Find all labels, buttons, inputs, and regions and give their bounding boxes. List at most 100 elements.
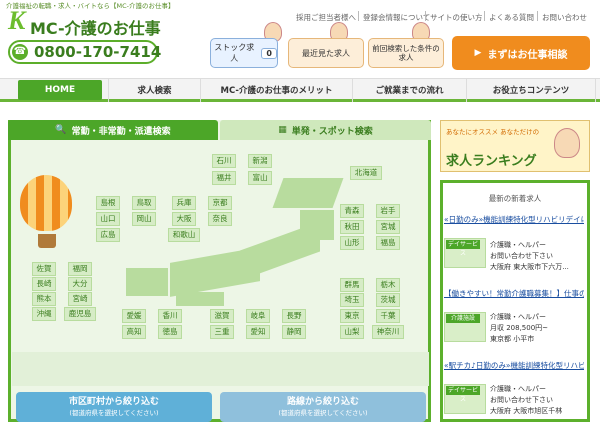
pref-kyoto[interactable]: 京都 — [208, 196, 232, 210]
job-title-link[interactable]: «日勤のみ»機能訓練特化型リハビリデイにて介護職大募集♪送迎「駐車... — [444, 215, 584, 224]
pref-kagoshima[interactable]: 鹿児島 — [64, 307, 96, 321]
pref-yamaguchi[interactable]: 山口 — [96, 212, 120, 226]
pref-ishikawa[interactable]: 石川 — [212, 154, 236, 168]
pref-hiroshima[interactable]: 広島 — [96, 228, 120, 242]
pref-kumamoto[interactable]: 熊本 — [32, 292, 56, 306]
pref-chiba[interactable]: 千葉 — [376, 309, 400, 323]
nav-contents[interactable]: お役立ちコンテンツ — [466, 78, 596, 102]
pref-nagano[interactable]: 長野 — [282, 309, 306, 323]
pref-fukuoka[interactable]: 福岡 — [68, 262, 92, 276]
pref-wakayama[interactable]: 和歌山 — [168, 228, 200, 242]
pref-osaka[interactable]: 大阪 — [172, 212, 196, 226]
pref-aichi[interactable]: 愛知 — [246, 325, 270, 339]
pref-niigata[interactable]: 新潟 — [248, 154, 272, 168]
logo-mark[interactable]: K — [8, 6, 25, 36]
job-location: 東京都 小平市 — [490, 335, 535, 343]
pref-yamagata[interactable]: 山形 — [340, 236, 364, 250]
narrow-by-line-label: 路線から絞り込む — [286, 397, 359, 407]
pref-akita[interactable]: 秋田 — [340, 220, 364, 234]
pref-iwate[interactable]: 岩手 — [376, 204, 400, 218]
search-icon: 🔍 — [55, 125, 67, 135]
pref-nagasaki[interactable]: 長崎 — [32, 277, 56, 291]
narrow-by-city-sub: (都道府県を選択してください) — [69, 409, 159, 417]
narrow-by-city-button[interactable]: 市区町村から絞り込む (都道府県を選択してください) — [16, 392, 212, 422]
pref-kochi[interactable]: 高知 — [122, 325, 146, 339]
pref-miyagi[interactable]: 宮城 — [376, 220, 400, 234]
stock-jobs-button[interactable]: ストック求人 0 — [210, 38, 278, 68]
tab-spot-label: 単発・スポット検索 — [291, 126, 373, 137]
map-land-kyushu — [126, 268, 168, 296]
job-salary: お問い合わせ下さい — [490, 252, 553, 260]
pref-shimane[interactable]: 島根 — [96, 196, 120, 210]
stock-count-badge: 0 — [261, 47, 277, 59]
pref-tochigi[interactable]: 栃木 — [376, 278, 400, 292]
pref-shizuoka[interactable]: 静岡 — [282, 325, 306, 339]
pref-okinawa[interactable]: 沖縄 — [32, 307, 56, 321]
phone-number[interactable]: 0800-170-7414 — [34, 43, 161, 61]
pref-tokushima[interactable]: 徳島 — [158, 325, 182, 339]
pref-fukushima[interactable]: 福島 — [376, 236, 400, 250]
pref-toyama[interactable]: 富山 — [248, 171, 272, 185]
balloon-basket — [38, 234, 56, 248]
site-logo[interactable]: MC-介護のお仕事 — [30, 15, 161, 39]
util-link-faq[interactable]: よくある質問 — [489, 12, 534, 23]
narrow-by-city-label: 市区町村から絞り込む — [68, 397, 159, 407]
tab-regular-label: 常勤・非常勤・派遣検索 — [71, 126, 171, 137]
pref-oita[interactable]: 大分 — [68, 277, 92, 291]
narrow-by-line-sub: (都道府県を選択してください) — [278, 409, 368, 417]
job-title-link[interactable]: 【働きやすい！常勤介護職募集！】仕事の平準化を推し、職員が安心して... — [444, 289, 584, 298]
pref-ehime[interactable]: 愛媛 — [122, 309, 146, 323]
consult-cta-button[interactable]: ▶ まずはお仕事相談 — [452, 36, 590, 70]
util-divider — [537, 11, 538, 21]
pref-hyogo[interactable]: 兵庫 — [172, 196, 196, 210]
pref-shiga[interactable]: 滋賀 — [210, 309, 234, 323]
consult-cta-label: まずはお仕事相談 — [487, 49, 568, 61]
pref-ibaraki[interactable]: 茨城 — [376, 293, 400, 307]
pref-yamanashi[interactable]: 山梨 — [340, 325, 364, 339]
job-category-tag: デイサービス — [446, 386, 480, 403]
tab-regular-search[interactable]: 🔍 常勤・非常勤・派遣検索 — [8, 120, 218, 140]
site-tagline: 介護福祉の転職・求人・バイトなら【MC-介護のお仕事】 — [6, 2, 175, 10]
nav-flow[interactable]: ご就業までの流れ — [352, 78, 466, 102]
util-divider — [484, 11, 485, 21]
pref-miyazaki[interactable]: 宮崎 — [68, 292, 92, 306]
nav-merits[interactable]: MC-介護のお仕事のメリット — [200, 78, 352, 102]
pref-aomori[interactable]: 青森 — [340, 204, 364, 218]
recent-jobs-button[interactable]: 最近見た求人 — [288, 38, 364, 68]
ranking-banner-title: 求人ランキング — [446, 154, 537, 169]
pref-okayama[interactable]: 岡山 — [132, 212, 156, 226]
util-link-howto[interactable]: サイトの使い方 — [430, 12, 483, 23]
pref-tokyo[interactable]: 東京 — [340, 309, 364, 323]
pref-gunma[interactable]: 群馬 — [340, 278, 364, 292]
pref-saitama[interactable]: 埼玉 — [340, 293, 364, 307]
job-title-link[interactable]: «駅チカ♪日勤のみ»機能訓練特化型リハビリデイにて介護職大募集♪送迎... — [444, 361, 584, 370]
recent-jobs-label: 最近見た求人 — [302, 48, 350, 58]
job-location: 大阪府 大阪市旭区千林 — [490, 407, 563, 415]
pref-gifu[interactable]: 岐阜 — [246, 309, 270, 323]
job-location: 大阪府 東大阪市下六万... — [490, 263, 569, 271]
job-salary: お問い合わせ下さい — [490, 396, 553, 404]
pref-hokkaido[interactable]: 北海道 — [350, 166, 382, 180]
util-link-employers[interactable]: 採用ご担当者様へ — [296, 12, 356, 23]
tab-spot-search[interactable]: ▦ 単発・スポット検索 — [220, 120, 431, 140]
pref-fukui[interactable]: 福井 — [212, 171, 236, 185]
map-land-shikoku — [176, 292, 224, 306]
ranking-banner-subtitle: あなたにオススメ あなただけの — [446, 128, 540, 136]
job-occupation: 介護職・ヘルパー — [490, 241, 546, 249]
pref-tottori[interactable]: 鳥取 — [132, 196, 156, 210]
new-jobs-heading: 最新の新着求人 — [488, 194, 542, 203]
arrow-right-icon: ▶ — [474, 48, 482, 58]
job-category-tag: デイサービス — [446, 240, 480, 257]
pref-saga[interactable]: 佐賀 — [32, 262, 56, 276]
util-link-contact[interactable]: お問い合わせ — [542, 12, 587, 23]
saved-search-button[interactable]: 前回検索した条件の求人 — [368, 38, 444, 68]
narrow-by-line-button[interactable]: 路線から絞り込む (都道府県を選択してください) — [220, 392, 426, 422]
pref-nara[interactable]: 奈良 — [208, 212, 232, 226]
pref-kanagawa[interactable]: 神奈川 — [372, 325, 404, 339]
pref-kagawa[interactable]: 香川 — [158, 309, 182, 323]
character-nurse-icon — [554, 128, 580, 158]
nav-job-search[interactable]: 求人検索 — [108, 78, 200, 102]
nav-home[interactable]: HOME — [18, 80, 102, 100]
phone-icon: ☎ — [12, 44, 28, 60]
pref-mie[interactable]: 三重 — [210, 325, 234, 339]
